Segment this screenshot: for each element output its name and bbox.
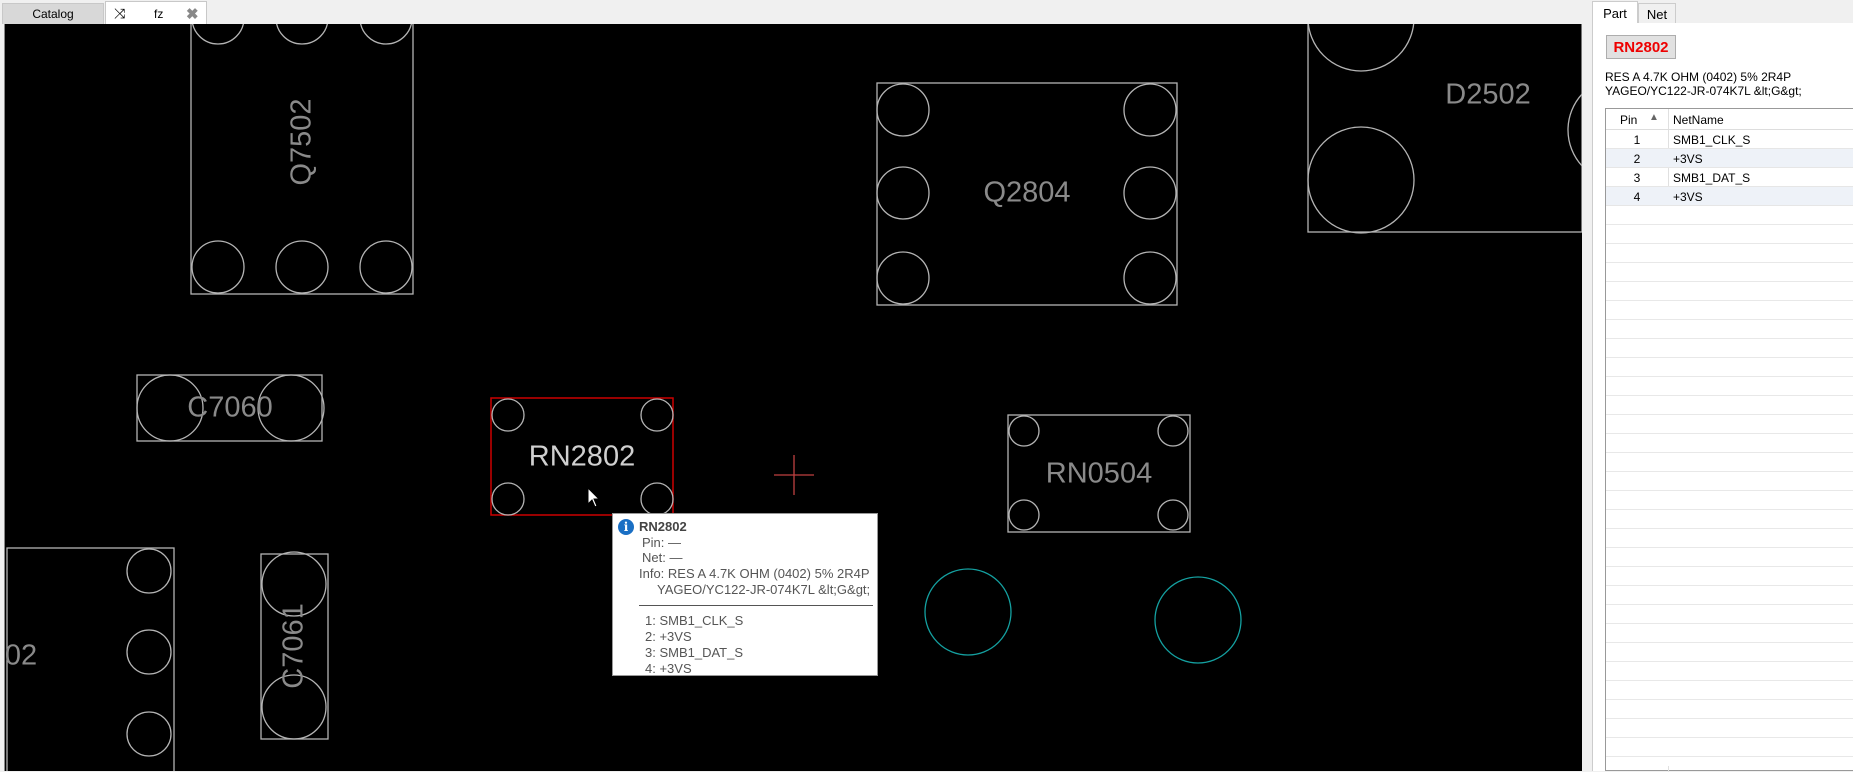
tooltip-pin-4: 4: +3VS xyxy=(645,661,692,676)
label-C7061: C7061 xyxy=(277,603,310,689)
pin-table: Pin ▲ NetName 1 SMB1_CLK_S 2 +3VS 3 SMB1_DA… xyxy=(1605,108,1853,772)
column-pin[interactable]: Pin xyxy=(1620,113,1637,127)
shuffle-icon: ⤨ xyxy=(114,5,126,21)
empty-rows xyxy=(1606,206,1853,766)
tooltip-pin-1: 1: SMB1_CLK_S xyxy=(645,613,744,628)
net-cell: +3VS xyxy=(1673,152,1703,166)
part-panel: Part Net RN2802 RES A 4.7K OHM (0402) 5%… xyxy=(1592,0,1853,772)
net-cell: SMB1_CLK_S xyxy=(1673,133,1751,147)
table-row[interactable]: 3 SMB1_DAT_S xyxy=(1606,168,1853,187)
label-RN2802: RN2802 xyxy=(528,440,636,473)
table-header: Pin ▲ NetName xyxy=(1606,109,1853,130)
tooltip-title: RN2802 xyxy=(639,519,687,534)
tab-part-label: Part xyxy=(1603,5,1627,21)
tab-fz-label: fz xyxy=(154,6,164,21)
net-cell: SMB1_DAT_S xyxy=(1673,171,1751,185)
label-C7060: C7060 xyxy=(187,391,273,424)
tooltip-pin-3: 3: SMB1_DAT_S xyxy=(645,645,744,660)
tooltip-divider xyxy=(639,605,873,606)
pin-cell: 3 xyxy=(1633,171,1641,185)
label-Q2804: Q2804 xyxy=(983,176,1071,209)
part-description: RES A 4.7K OHM (0402) 5% 2R4P xyxy=(1605,70,1792,84)
label-02: 02 xyxy=(4,639,38,672)
tooltip-pin-2: 2: +3VS xyxy=(645,629,692,644)
tab-catalog-label: Catalog xyxy=(32,7,74,21)
table-row[interactable]: 4 +3VS xyxy=(1606,187,1853,206)
part-description-2: YAGEO/YC122-JR-074K7L &lt;G&gt; xyxy=(1605,84,1802,98)
part-name-button[interactable]: RN2802 xyxy=(1606,35,1676,59)
component-D2502 xyxy=(1307,24,1582,234)
column-netname[interactable]: NetName xyxy=(1673,113,1724,127)
tab-net-label: Net xyxy=(1646,6,1668,22)
pin-cell: 1 xyxy=(1633,133,1641,147)
table-row[interactable]: 1 SMB1_CLK_S xyxy=(1606,130,1853,149)
net-cell: +3VS xyxy=(1673,190,1703,204)
crosshair-icon xyxy=(774,455,814,495)
tab-fz[interactable]: ⤨ fz ✖ xyxy=(105,1,207,25)
close-icon[interactable]: ✖ xyxy=(186,5,199,23)
label-Q7502: Q7502 xyxy=(285,98,318,186)
pin-cell: 4 xyxy=(1633,190,1641,204)
part-tooltip: i RN2802 Pin: — Net: — Info: RES A 4.7K … xyxy=(612,513,878,676)
tooltip-info-2: YAGEO/YC122-JR-074K7L &lt;G&gt; xyxy=(657,582,871,597)
tab-part[interactable]: Part xyxy=(1592,1,1638,24)
tab-catalog[interactable]: Catalog xyxy=(2,3,104,24)
cursor-icon xyxy=(587,486,601,508)
info-icon: i xyxy=(618,519,634,535)
label-RN0504: RN0504 xyxy=(1045,457,1153,490)
net-highlight-pads xyxy=(924,568,1242,664)
pin-cell: 2 xyxy=(1633,152,1641,166)
tooltip-pin: Pin: — xyxy=(642,535,682,550)
table-row[interactable]: 2 +3VS xyxy=(1606,149,1853,168)
tab-net[interactable]: Net xyxy=(1638,3,1676,24)
label-D2502: D2502 xyxy=(1445,78,1531,111)
sort-ascending-icon: ▲ xyxy=(1649,112,1659,123)
tooltip-net: Net: — xyxy=(642,550,683,565)
tooltip-info: Info: RES A 4.7K OHM (0402) 5% 2R4P xyxy=(639,566,870,581)
